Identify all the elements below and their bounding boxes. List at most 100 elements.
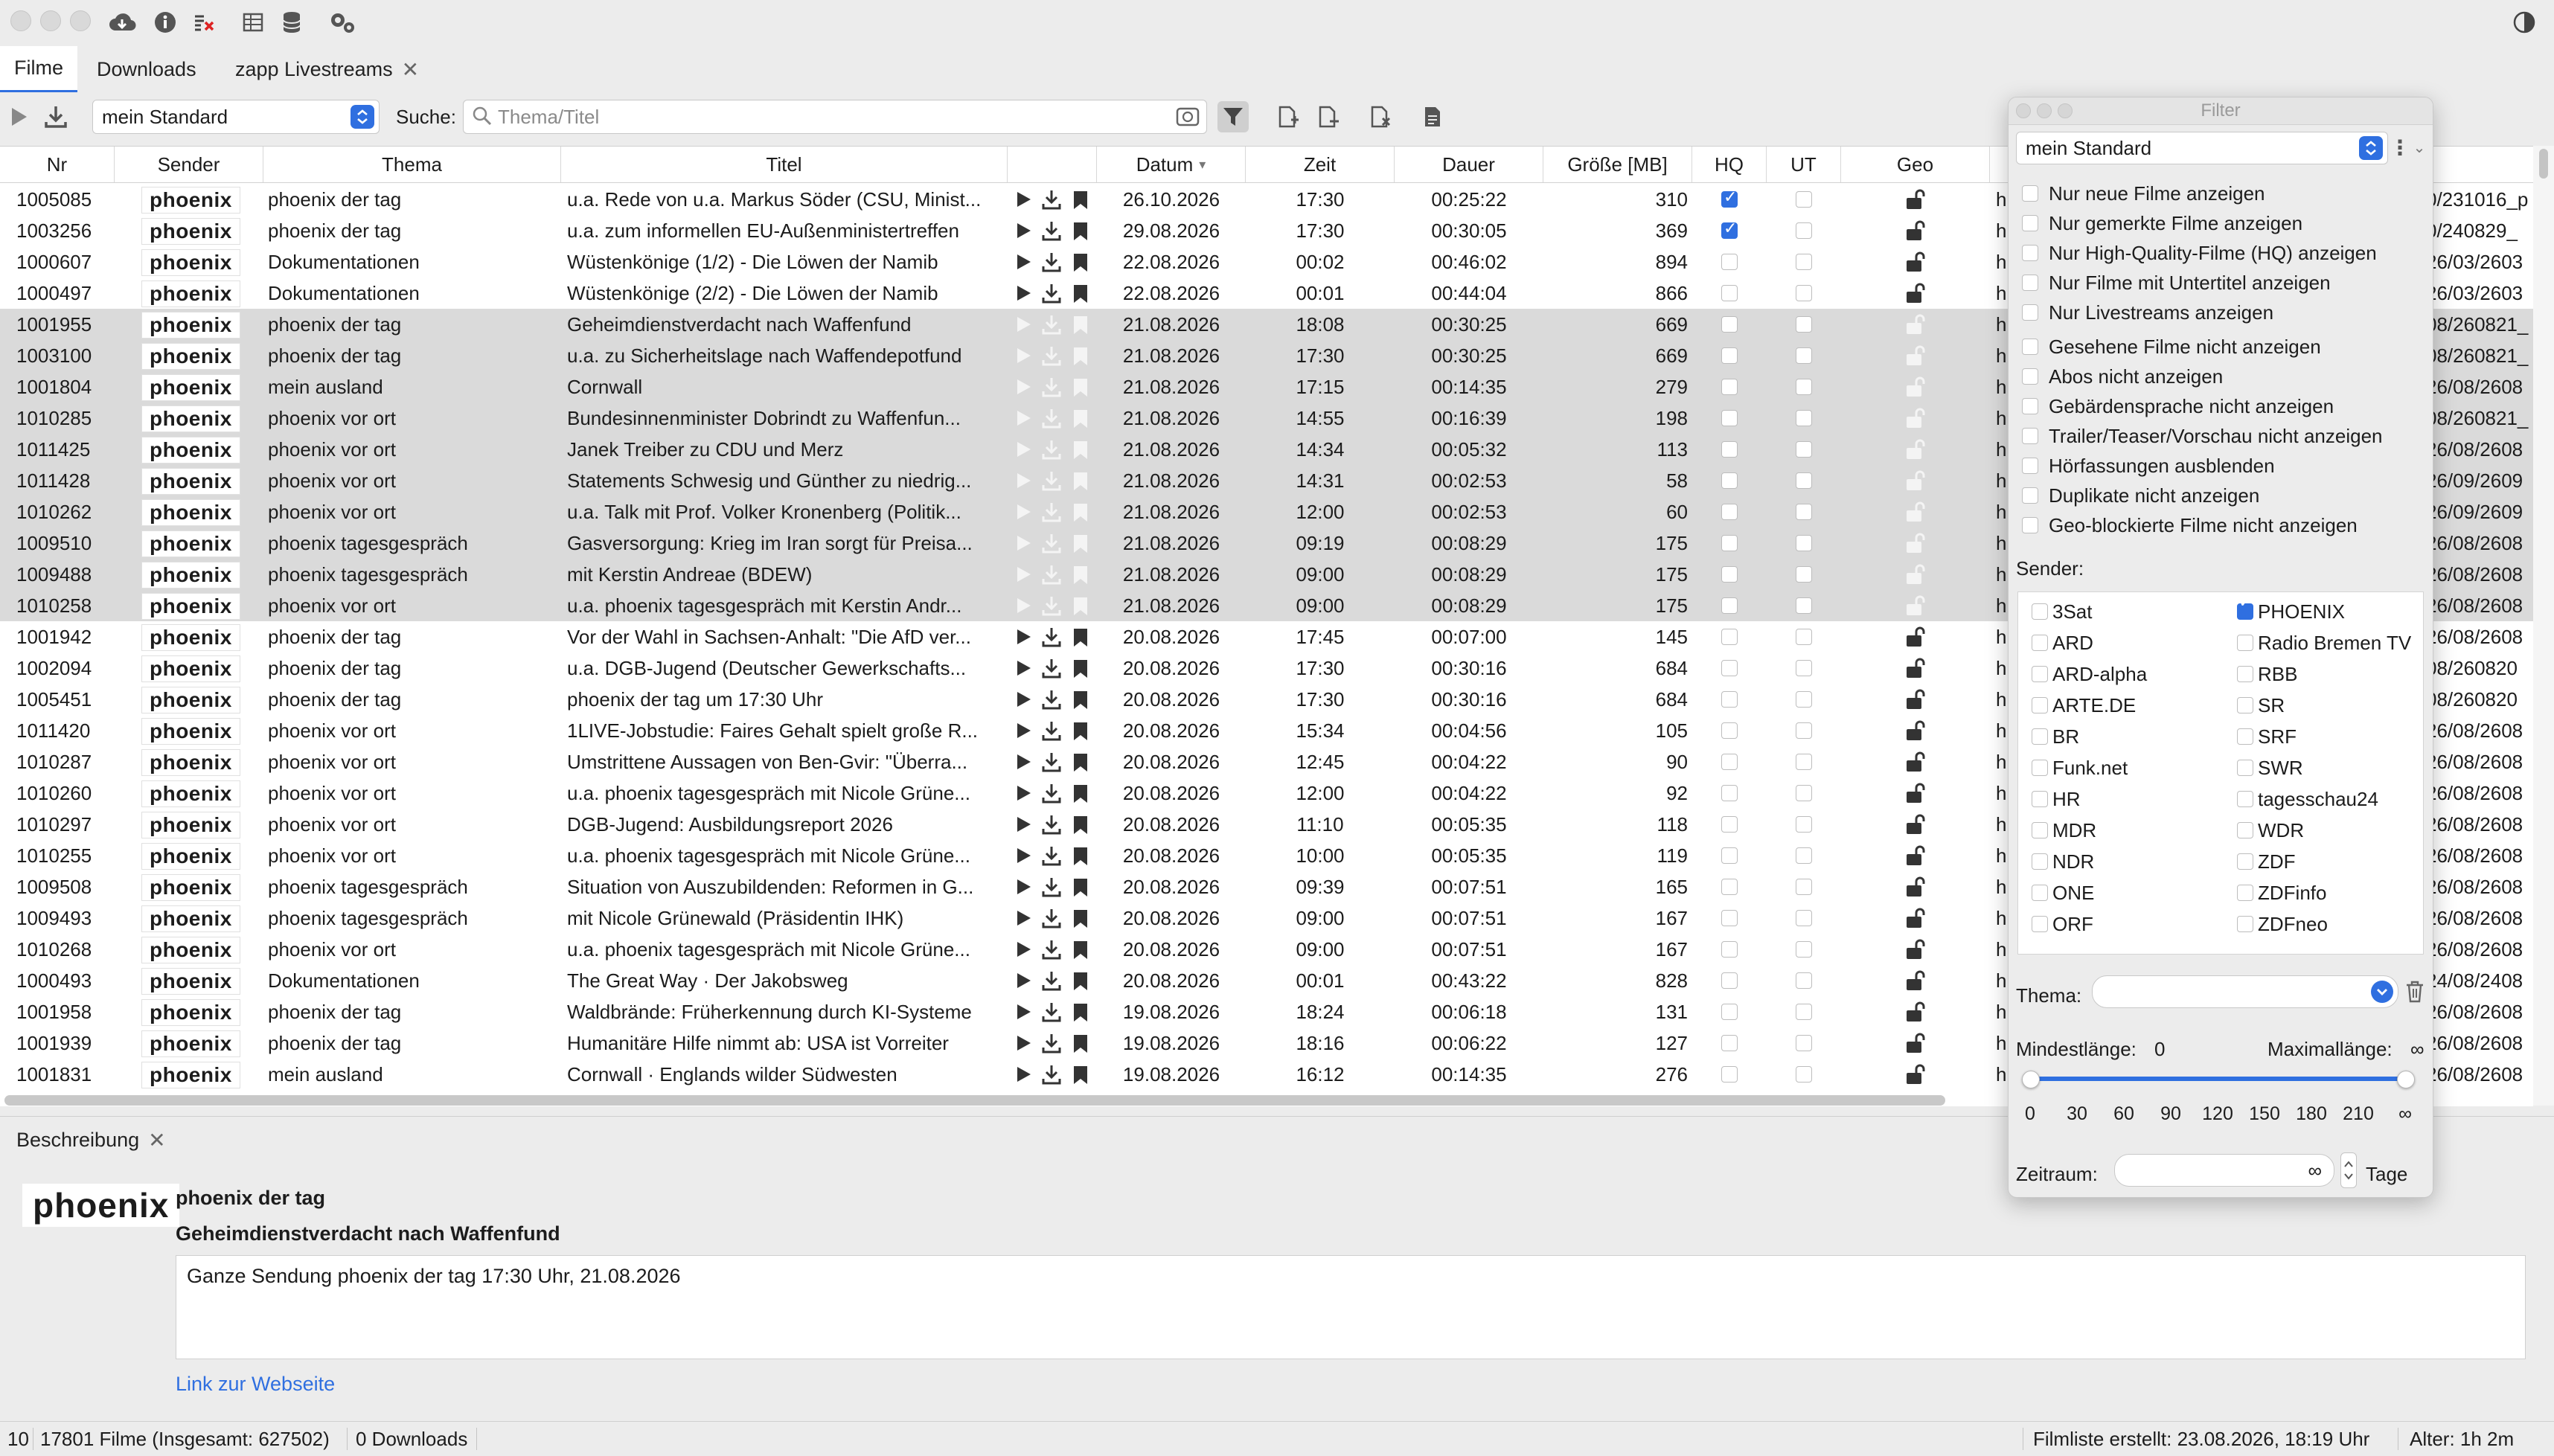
play-icon[interactable] (1014, 471, 1033, 490)
document-icon[interactable] (1417, 101, 1448, 132)
download-button[interactable] (40, 101, 71, 132)
filter-option-checkbox[interactable]: Nur High-Quality-Filme (HQ) anzeigen (2022, 239, 2377, 267)
download-icon[interactable] (1040, 719, 1061, 741)
bookmark-icon[interactable] (1072, 721, 1091, 740)
checkbox[interactable] (2237, 635, 2253, 651)
play-icon[interactable] (1014, 565, 1033, 584)
horizontal-scrollbar[interactable] (4, 1095, 1945, 1106)
play-icon[interactable] (1014, 971, 1033, 990)
column-header-thema[interactable]: Thema (263, 147, 561, 182)
download-icon[interactable] (1040, 501, 1061, 522)
checkbox[interactable] (2032, 916, 2048, 932)
play-icon[interactable] (1014, 783, 1033, 803)
play-icon[interactable] (1014, 283, 1033, 303)
play-icon[interactable] (1014, 596, 1033, 615)
filter-profile-select[interactable]: mein Standard (92, 100, 380, 134)
sender-checkbox[interactable]: NDR (2032, 847, 2094, 876)
download-icon[interactable] (1040, 1063, 1061, 1085)
bookmark-icon[interactable] (1072, 815, 1091, 834)
download-icon[interactable] (1040, 1032, 1061, 1053)
sender-checkbox[interactable]: PHOENIX (2237, 597, 2345, 626)
filter-profile-combo[interactable]: mein Standard (2016, 132, 2388, 164)
column-header-datum[interactable]: Datum ▾ (1097, 147, 1246, 182)
add-filter-icon[interactable] (1273, 101, 1304, 132)
checkbox[interactable] (2032, 603, 2048, 620)
website-link[interactable]: Link zur Webseite (176, 1373, 335, 1396)
download-icon[interactable] (1040, 907, 1061, 929)
sender-checkbox[interactable]: BR (2032, 722, 2079, 751)
column-header-hq[interactable]: HQ (1692, 147, 1767, 182)
chevron-down-icon[interactable]: ⌄ (2410, 135, 2428, 161)
filter-option-checkbox[interactable]: Trailer/Teaser/Vorschau nicht anzeigen (2022, 422, 2383, 450)
checkbox[interactable] (2022, 428, 2038, 444)
sender-checkbox[interactable]: SWR (2237, 753, 2303, 783)
bookmark-icon[interactable] (1072, 1065, 1091, 1084)
checkbox[interactable] (2022, 487, 2038, 504)
download-icon[interactable] (1040, 969, 1061, 991)
cloud-download-icon[interactable] (107, 7, 137, 37)
play-icon[interactable] (1014, 440, 1033, 459)
filter-option-checkbox[interactable]: Geo-blockierte Filme nicht anzeigen (2022, 511, 2358, 539)
sender-checkbox[interactable]: tagesschau24 (2237, 784, 2378, 814)
zoom-window-button[interactable] (70, 10, 91, 31)
checkbox[interactable] (2032, 760, 2048, 776)
play-icon[interactable] (1014, 1002, 1033, 1022)
bookmark-icon[interactable] (1072, 283, 1091, 303)
sender-checkbox[interactable]: WDR (2237, 815, 2304, 845)
bookmark-icon[interactable] (1072, 971, 1091, 990)
checkbox[interactable] (2022, 517, 2038, 533)
max-length-handle[interactable] (2397, 1071, 2415, 1088)
download-icon[interactable] (1040, 594, 1061, 616)
checkbox[interactable] (2237, 760, 2253, 776)
checkbox[interactable] (2022, 458, 2038, 474)
checkbox[interactable] (2022, 339, 2038, 355)
play-icon[interactable] (1014, 752, 1033, 772)
sender-checkbox[interactable]: SR (2237, 690, 2285, 720)
sender-checkbox[interactable]: SRF (2237, 722, 2297, 751)
play-icon[interactable] (1014, 346, 1033, 365)
bookmark-icon[interactable] (1072, 315, 1091, 334)
column-header-nr[interactable]: Nr (0, 147, 115, 182)
play-icon[interactable] (1014, 1065, 1033, 1084)
download-icon[interactable] (1040, 376, 1061, 397)
filter-option-checkbox[interactable]: Duplikate nicht anzeigen (2022, 481, 2259, 510)
download-icon[interactable] (1040, 469, 1061, 491)
column-header-dauer[interactable]: Dauer (1395, 147, 1543, 182)
bookmark-icon[interactable] (1072, 408, 1091, 428)
checkbox[interactable] (2032, 853, 2048, 870)
checkbox[interactable] (2237, 853, 2253, 870)
sender-checkbox[interactable]: ARD-alpha (2032, 659, 2147, 689)
checkbox[interactable] (2237, 603, 2253, 620)
play-icon[interactable] (1014, 252, 1033, 272)
play-icon[interactable] (1014, 408, 1033, 428)
play-icon[interactable] (1014, 846, 1033, 865)
play-icon[interactable] (1014, 315, 1033, 334)
checkbox[interactable] (2032, 791, 2048, 807)
bookmark-icon[interactable] (1072, 783, 1091, 803)
database-icon[interactable] (277, 7, 307, 37)
column-header-groesse[interactable]: Größe [MB] (1543, 147, 1692, 182)
bookmark-icon[interactable] (1072, 877, 1091, 897)
column-header-zeit[interactable]: Zeit (1246, 147, 1395, 182)
checkbox[interactable] (2032, 635, 2048, 651)
checkbox[interactable] (2032, 885, 2048, 901)
bookmark-icon[interactable] (1072, 908, 1091, 928)
checkbox[interactable] (2237, 822, 2253, 838)
sender-checkbox[interactable]: ZDFneo (2237, 909, 2328, 939)
filter-option-checkbox[interactable]: Gebärdensprache nicht anzeigen (2022, 392, 2334, 420)
bookmark-icon[interactable] (1072, 440, 1091, 459)
bookmark-icon[interactable] (1072, 502, 1091, 522)
sender-checkbox[interactable]: ZDFinfo (2237, 878, 2326, 908)
play-icon[interactable] (1014, 221, 1033, 240)
filter-option-checkbox[interactable]: Nur neue Filme anzeigen (2022, 179, 2265, 208)
bookmark-icon[interactable] (1072, 658, 1091, 678)
play-icon[interactable] (1014, 815, 1033, 834)
bookmark-icon[interactable] (1072, 690, 1091, 709)
minimize-window-button[interactable] (40, 10, 61, 31)
more-options-icon[interactable]: ⋮ (2390, 135, 2410, 161)
bookmark-icon[interactable] (1072, 346, 1091, 365)
download-icon[interactable] (1040, 532, 1061, 554)
download-icon[interactable] (1040, 313, 1061, 335)
bookmark-icon[interactable] (1072, 252, 1091, 272)
checkbox[interactable] (2032, 666, 2048, 682)
